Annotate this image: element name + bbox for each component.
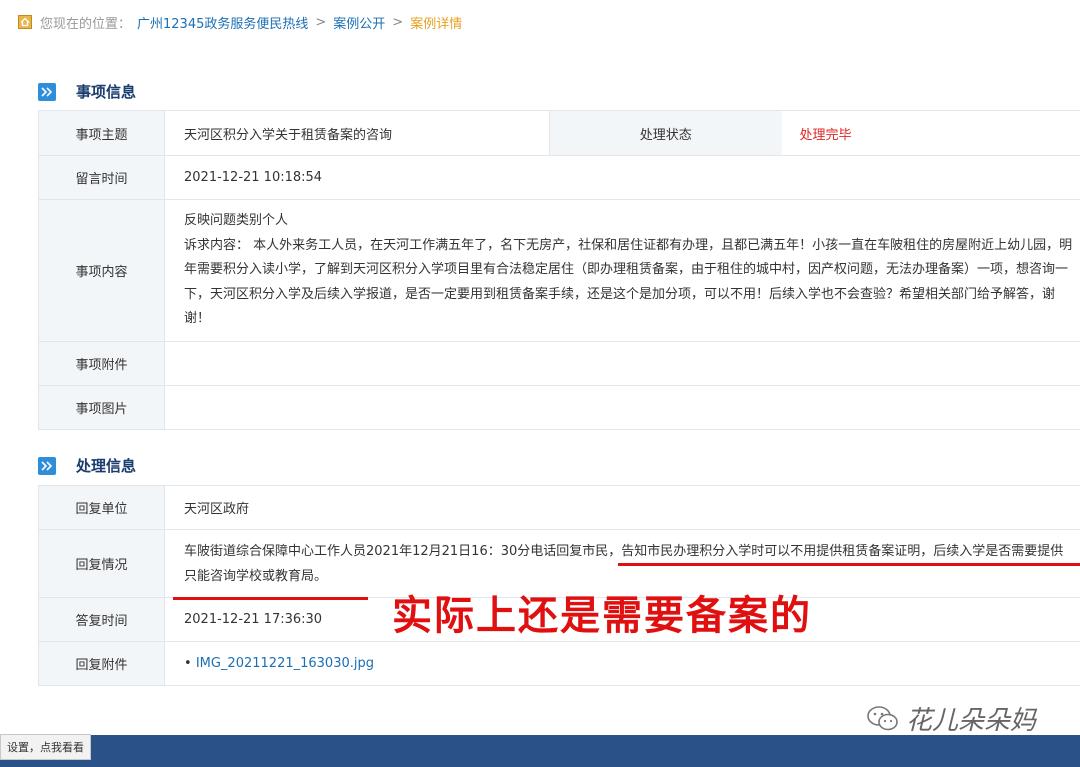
item-info-table: 事项主题 天河区积分入学关于租赁备案的咨询 处理状态 处理完毕 留言时间 202… [38, 110, 1080, 430]
row-label: 回复附件 [38, 641, 165, 686]
row-label: 事项附件 [38, 340, 165, 386]
watermark: 花儿朵朵妈 [866, 700, 1036, 737]
breadcrumb-link-cases[interactable]: 案例公开 [333, 13, 385, 32]
breadcrumb-prefix: 您现在的位置： [40, 16, 132, 32]
settings-tip[interactable]: 设置，点我看看 [0, 734, 91, 760]
home-icon [18, 15, 32, 29]
section-title: 处理信息 [76, 457, 137, 475]
double-chevron-icon [38, 82, 56, 101]
row-label: 处理状态 [549, 110, 782, 156]
attachment-value [164, 340, 1080, 386]
breadcrumb-current: 案例详情 [410, 16, 463, 32]
table-row: 回复附件 • IMG_20211221_163030.jpg [38, 641, 1080, 686]
table-row: 回复单位 天河区政府 [38, 485, 1080, 530]
content-body: 诉求内容： 本人外来务工人员，在天河工作满五年了，名下无房产，社保和居住证都有办… [184, 237, 1073, 327]
image-value [164, 384, 1080, 430]
annotation-underline [173, 597, 368, 600]
row-label: 事项内容 [38, 199, 165, 342]
subject-value: 天河区积分入学关于租赁备案的咨询 [164, 110, 550, 156]
section-header-handling-info: 处理信息 [38, 455, 136, 476]
content-category: 反映问题类别个人 [184, 213, 289, 228]
reply-attachment-value: • IMG_20211221_163030.jpg [164, 641, 1080, 686]
settings-tip-text: 设置，点我看看 [7, 741, 84, 754]
bullet: • [184, 656, 192, 671]
row-label: 回复单位 [38, 485, 165, 530]
breadcrumb: 您现在的位置： 广州12345政务服务便民热线 > 案例公开 > 案例详情 [18, 12, 462, 32]
annotation-underline [618, 563, 1080, 566]
table-row: 事项主题 天河区积分入学关于租赁备案的咨询 处理状态 处理完毕 [38, 110, 1080, 156]
table-row: 留言时间 2021-12-21 10:18:54 [38, 155, 1080, 200]
watermark-text: 花儿朵朵妈 [906, 706, 1037, 736]
breadcrumb-separator: > [315, 14, 327, 30]
row-label: 留言时间 [38, 155, 165, 200]
double-chevron-icon [38, 456, 56, 475]
content-value: 反映问题类别个人 诉求内容： 本人外来务工人员，在天河工作满五年了，名下无房产，… [164, 199, 1080, 342]
status-value: 处理完毕 [781, 110, 1080, 156]
attachment-link[interactable]: IMG_20211221_163030.jpg [196, 656, 374, 671]
row-label: 答复时间 [38, 597, 165, 642]
message-time-value: 2021-12-21 10:18:54 [164, 155, 1080, 200]
row-label: 事项图片 [38, 384, 165, 430]
table-row: 事项内容 反映问题类别个人 诉求内容： 本人外来务工人员，在天河工作满五年了，名… [38, 199, 1080, 342]
reply-unit-value: 天河区政府 [164, 485, 1080, 530]
table-row: 事项图片 [38, 384, 1080, 430]
table-row: 事项附件 [38, 340, 1080, 386]
row-label: 回复情况 [38, 529, 165, 598]
wechat-icon [867, 705, 898, 730]
breadcrumb-link-hotline[interactable]: 广州12345政务服务便民热线 [137, 13, 308, 32]
row-label: 事项主题 [38, 110, 165, 156]
section-title: 事项信息 [76, 83, 137, 101]
section-header-item-info: 事项信息 [38, 81, 136, 102]
footer-bar [0, 735, 1080, 767]
breadcrumb-separator: > [392, 14, 404, 30]
annotation-note: 实际上还是需要备案的 [392, 593, 812, 639]
